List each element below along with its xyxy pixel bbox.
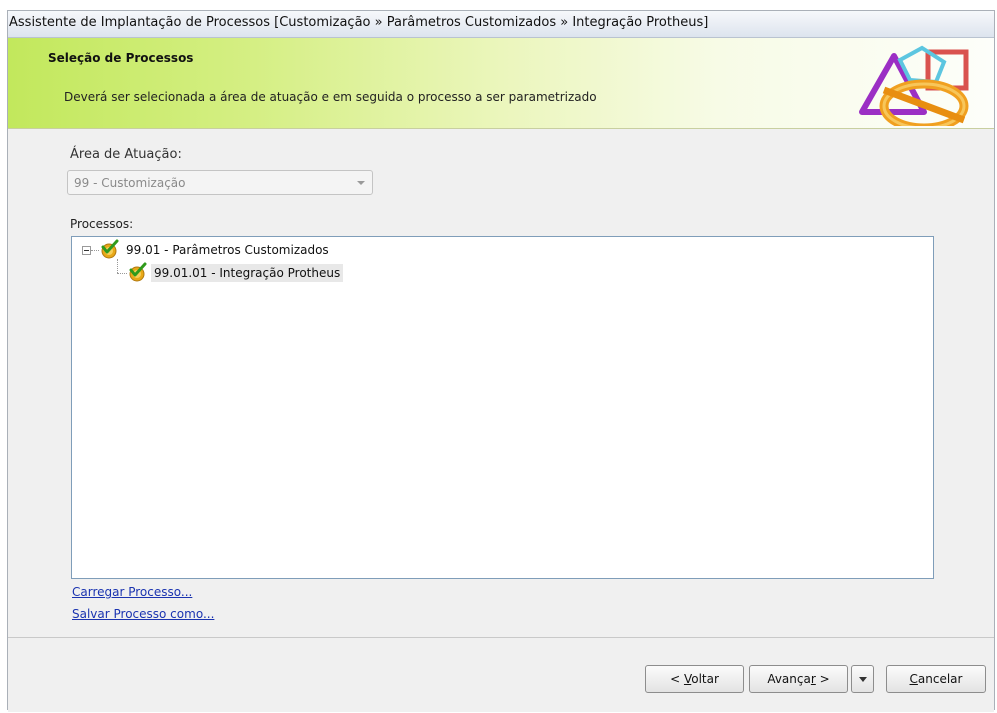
banner-title: Seleção de Processos <box>48 51 194 65</box>
save-process-as-link[interactable]: Salvar Processo como... <box>72 607 214 621</box>
processes-tree[interactable]: 99.01 - Parâmetros Customizados 99.01.01… <box>71 236 934 579</box>
wizard-window: Assistente de Implantação de Processos [… <box>7 10 995 712</box>
banner-subtitle: Deverá ser selecionada a área de atuação… <box>64 90 597 104</box>
area-label: Área de Atuação: <box>70 147 182 162</box>
footer-bar: < Voltar Avançar > Cancelar <box>8 637 994 712</box>
tree-connector <box>117 259 118 273</box>
title-bar[interactable]: Assistente de Implantação de Processos [… <box>8 11 994 38</box>
window-title: Assistente de Implantação de Processos [… <box>9 15 709 30</box>
tree-connector <box>91 250 99 251</box>
collapse-toggle-icon[interactable] <box>82 246 91 255</box>
next-options-dropdown-button[interactable] <box>851 665 874 693</box>
checked-process-icon <box>129 262 147 282</box>
next-button-suffix: > <box>815 672 830 686</box>
cancel-button-accesskey: C <box>909 672 918 686</box>
tree-node-integration[interactable]: 99.01.01 - Integração Protheus <box>151 264 344 282</box>
area-select-value: 99 - Customização <box>74 176 186 190</box>
load-process-link[interactable]: Carregar Processo... <box>72 585 192 599</box>
back-button[interactable]: < Voltar <box>645 665 744 693</box>
back-button-label: oltar <box>691 672 719 686</box>
geometric-shapes-logo-icon <box>859 45 969 126</box>
tree-connector <box>117 273 127 274</box>
chevron-down-icon <box>357 181 365 185</box>
next-button[interactable]: Avançar > <box>749 665 848 693</box>
next-button-prefix: Avança <box>767 672 811 686</box>
cancel-button[interactable]: Cancelar <box>886 665 986 693</box>
chevron-down-icon <box>859 677 867 682</box>
tree-node-parameters[interactable]: 99.01 - Parâmetros Customizados <box>126 243 329 257</box>
header-banner: Seleção de Processos Deverá ser selecion… <box>8 38 994 129</box>
processes-label: Processos: <box>70 217 134 231</box>
back-button-prefix: < <box>670 672 684 686</box>
checked-process-icon <box>101 239 119 259</box>
cancel-button-label: ancelar <box>917 672 963 686</box>
area-select[interactable]: 99 - Customização <box>67 170 373 195</box>
